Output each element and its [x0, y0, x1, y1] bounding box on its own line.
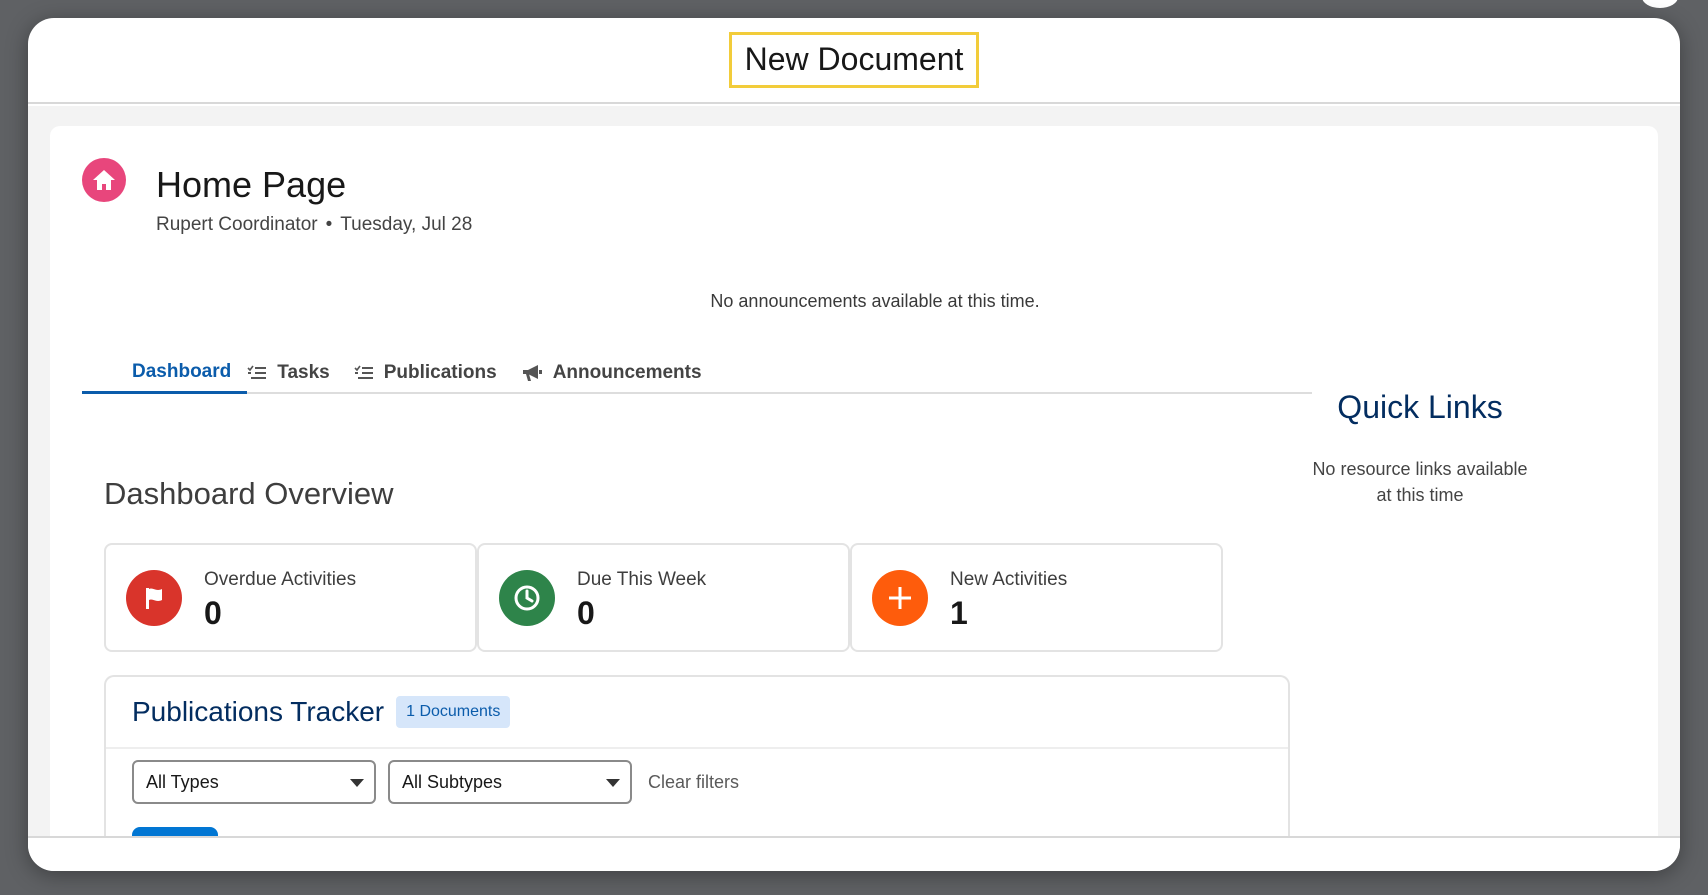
caret-down-icon	[350, 772, 364, 793]
list-icon	[247, 365, 267, 381]
list-icon	[354, 365, 374, 381]
tab-announcements-label: Announcements	[552, 362, 702, 383]
due-this-week-card[interactable]: Due This Week 0	[477, 543, 850, 652]
document-count-badge: 1 Documents	[396, 696, 511, 728]
tab-dashboard[interactable]: Dashboard	[82, 352, 248, 394]
subtype-filter-value: All Subtypes	[402, 771, 503, 792]
subtype-filter-select[interactable]: All Subtypes	[388, 760, 632, 804]
modal-body: Home Page Rupert Coordinator • Tuesday, …	[28, 106, 1680, 857]
user-name: Rupert Coordinator	[156, 214, 318, 235]
home-icon	[82, 158, 126, 202]
new-activities-count: 1	[950, 595, 968, 631]
overdue-activities-card[interactable]: Overdue Activities 0	[104, 543, 477, 652]
dashboard-overview-title: Dashboard Overview	[104, 476, 394, 511]
page-title: Home Page	[156, 164, 347, 205]
backdrop-decoration	[1642, 0, 1678, 8]
modal-title: New Document	[728, 32, 980, 88]
modal-header: New Document	[28, 18, 1680, 104]
tab-publications[interactable]: Publications	[354, 352, 521, 394]
due-this-week-label: Due This Week	[577, 569, 707, 590]
quick-links-title: Quick Links	[1337, 389, 1503, 425]
current-date: Tuesday, Jul 28	[340, 214, 473, 235]
new-activities-card[interactable]: New Activities 1	[850, 543, 1223, 652]
tab-publications-label: Publications	[383, 362, 497, 383]
clear-filters-link[interactable]: Clear filters	[644, 772, 739, 793]
new-activities-label: New Activities	[950, 569, 1068, 590]
quick-links-empty-message: No resource links available at this time	[1312, 459, 1528, 506]
home-page-card: Home Page Rupert Coordinator • Tuesday, …	[50, 126, 1658, 857]
tab-bar: Dashboard Tasks Publications Announcemen…	[82, 352, 1312, 394]
subtitle-separator: •	[325, 214, 333, 235]
new-document-modal: New Document Home Page Rupert Coordinato…	[28, 18, 1680, 871]
tracker-filters: All Types All Subtypes Clear filters	[106, 749, 1288, 804]
announcements-empty-message: No announcements available at this time.	[710, 291, 1040, 311]
due-this-week-count: 0	[577, 595, 595, 631]
megaphone-icon	[521, 363, 543, 383]
tracker-title: Publications Tracker	[132, 696, 385, 727]
tab-tasks-label: Tasks	[277, 362, 330, 383]
tab-announcements[interactable]: Announcements	[521, 352, 726, 394]
page-subtitle: Rupert Coordinator • Tuesday, Jul 28	[156, 214, 472, 236]
caret-down-icon	[606, 772, 620, 793]
tracker-header: Publications Tracker 1 Documents	[106, 677, 1288, 749]
flag-icon	[126, 570, 182, 626]
plus-icon	[872, 570, 928, 626]
overdue-activities-count: 0	[204, 595, 222, 631]
overdue-activities-label: Overdue Activities	[204, 569, 357, 590]
type-filter-value: All Types	[146, 771, 219, 792]
tab-tasks[interactable]: Tasks	[247, 352, 353, 394]
clock-icon	[499, 570, 555, 626]
modal-footer	[28, 836, 1680, 871]
type-filter-select[interactable]: All Types	[132, 760, 376, 804]
tab-dashboard-label: Dashboard	[132, 360, 232, 382]
publications-tracker: Publications Tracker 1 Documents All Typ…	[104, 675, 1290, 857]
